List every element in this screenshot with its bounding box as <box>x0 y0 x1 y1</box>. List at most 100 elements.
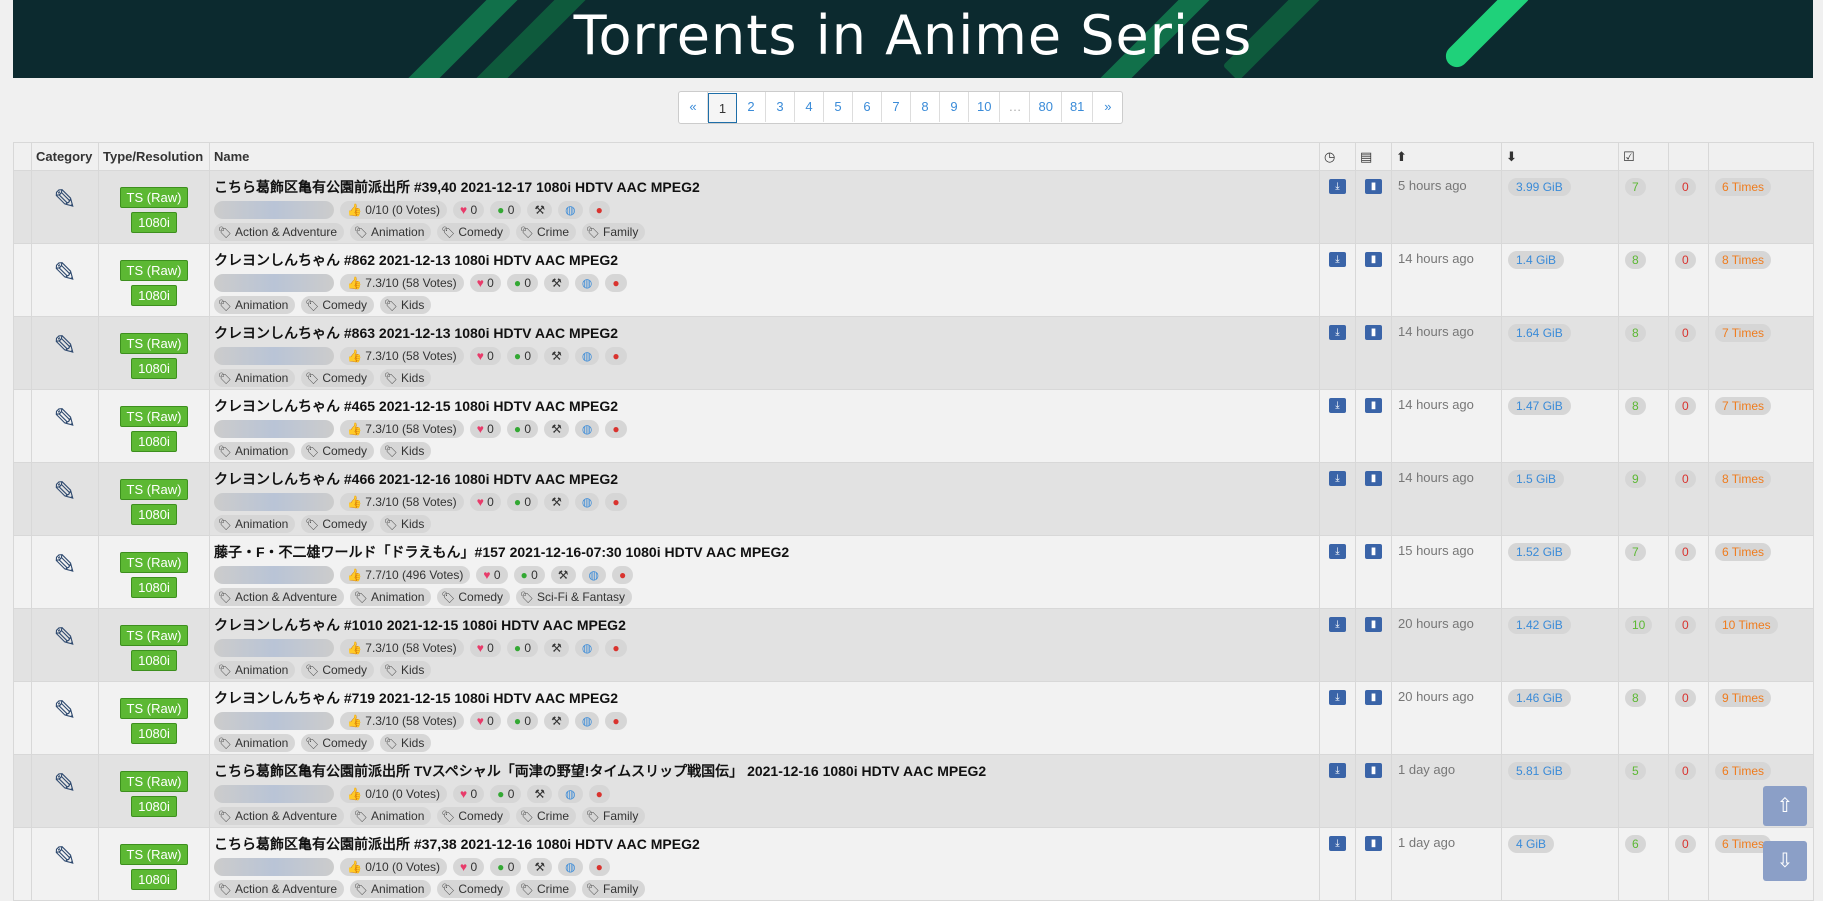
globe-icon[interactable]: ◍ <box>574 347 600 365</box>
page-link[interactable]: 1 <box>708 93 737 123</box>
seeders-badge[interactable]: 8 <box>1625 397 1646 415</box>
genre-tag[interactable]: 🏷 Family <box>582 807 646 825</box>
leechers-badge[interactable]: 0 <box>1675 543 1696 561</box>
pencil-icon[interactable]: ✎ <box>53 768 76 799</box>
uploader-badge[interactable]: . <box>214 201 334 219</box>
alert-icon[interactable]: ● <box>612 566 634 584</box>
leechers-badge[interactable]: 0 <box>1675 762 1696 780</box>
download-icon[interactable]: ⤓ <box>1329 617 1346 632</box>
globe-icon[interactable]: ◍ <box>558 785 583 803</box>
genre-tag[interactable]: 🏷 Animation <box>350 588 432 606</box>
seeders-badge[interactable]: 9 <box>1625 470 1646 488</box>
type-badge[interactable]: TS (Raw) <box>119 406 189 427</box>
page-link[interactable]: 3 <box>766 92 795 122</box>
alert-icon[interactable]: ● <box>605 493 627 511</box>
download-icon[interactable]: ⤓ <box>1329 763 1346 778</box>
completed-badge[interactable]: 6 Times <box>1715 178 1772 196</box>
torrent-title[interactable]: こちら葛飾区亀有公園前派出所 TVスペシャル「両津の野望!タイムスリップ戦国伝」… <box>214 761 1315 781</box>
genre-tag[interactable]: 🏷 Animation <box>214 734 296 752</box>
scroll-bottom-button[interactable]: ⇩ <box>1763 841 1807 881</box>
uploader-badge[interactable]: . <box>214 639 334 657</box>
tools-icon[interactable]: ⚒ <box>527 858 553 876</box>
completed-badge[interactable]: 10 Times <box>1715 616 1778 634</box>
genre-tag[interactable]: 🏷 Family <box>582 880 646 898</box>
bookmark-icon[interactable]: ▮ <box>1365 617 1382 632</box>
leechers-badge[interactable]: 0 <box>1675 835 1696 853</box>
genre-tag[interactable]: 🏷 Family <box>582 223 646 241</box>
page-link[interactable]: 5 <box>824 92 853 122</box>
page-next[interactable]: » <box>1093 92 1122 122</box>
uploader-badge[interactable]: . <box>214 493 334 511</box>
bookmark-icon[interactable]: ▮ <box>1365 252 1382 267</box>
resolution-badge[interactable]: 1080i <box>131 504 177 525</box>
pencil-icon[interactable]: ✎ <box>53 330 76 361</box>
genre-tag[interactable]: 🏷 Comedy <box>301 369 374 387</box>
alert-icon[interactable]: ● <box>605 420 627 438</box>
genre-tag[interactable]: 🏷 Sci-Fi & Fantasy <box>516 588 633 606</box>
col-name[interactable]: Name <box>209 142 1320 171</box>
pencil-icon[interactable]: ✎ <box>53 476 76 507</box>
genre-tag[interactable]: 🏷 Action & Adventure <box>214 880 345 898</box>
download-icon[interactable]: ⤓ <box>1329 471 1346 486</box>
tools-icon[interactable]: ⚒ <box>527 785 553 803</box>
tools-icon[interactable]: ⚒ <box>544 493 569 511</box>
genre-tag[interactable]: 🏷 Comedy <box>437 588 511 606</box>
type-badge[interactable]: TS (Raw) <box>119 625 189 646</box>
resolution-badge[interactable]: 1080i <box>131 796 177 817</box>
genre-tag[interactable]: 🏷 Comedy <box>437 807 511 825</box>
seeders-badge[interactable]: 10 <box>1625 616 1653 634</box>
genre-tag[interactable]: 🏷 Comedy <box>301 296 374 314</box>
bookmark-icon[interactable]: ▮ <box>1365 398 1382 413</box>
pencil-icon[interactable]: ✎ <box>53 841 76 872</box>
torrent-title[interactable]: クレヨンしんちゃん #863 2021-12-13 1080i HDTV AAC… <box>214 323 1315 343</box>
page-link[interactable]: 6 <box>853 92 882 122</box>
bookmark-icon[interactable]: ▮ <box>1365 179 1382 194</box>
alert-icon[interactable]: ● <box>605 274 627 292</box>
page-link[interactable]: 4 <box>795 92 824 122</box>
genre-tag[interactable]: 🏷 Crime <box>516 880 577 898</box>
globe-icon[interactable]: ◍ <box>574 712 600 730</box>
completed-badge[interactable]: 8 Times <box>1715 251 1772 269</box>
genre-tag[interactable]: 🏷 Animation <box>214 442 296 460</box>
download-icon[interactable]: ⤓ <box>1329 690 1346 705</box>
type-badge[interactable]: TS (Raw) <box>119 698 189 719</box>
genre-tag[interactable]: 🏷 Kids <box>380 296 432 314</box>
genre-tag[interactable]: 🏷 Kids <box>380 442 432 460</box>
globe-icon[interactable]: ◍ <box>574 420 600 438</box>
bookmark-icon[interactable]: ▮ <box>1365 836 1382 851</box>
alert-icon[interactable]: ● <box>605 347 627 365</box>
torrent-title[interactable]: クレヨンしんちゃん #466 2021-12-16 1080i HDTV AAC… <box>214 469 1315 489</box>
seeders-badge[interactable]: 5 <box>1625 762 1646 780</box>
type-badge[interactable]: TS (Raw) <box>119 552 189 573</box>
page-link[interactable]: 7 <box>882 92 911 122</box>
leechers-badge[interactable]: 0 <box>1675 251 1696 269</box>
globe-icon[interactable]: ◍ <box>581 566 607 584</box>
page-link[interactable]: 80 <box>1030 92 1062 122</box>
col-type[interactable]: Type/Resolution <box>98 142 210 171</box>
col-category[interactable]: Category <box>31 142 99 171</box>
type-badge[interactable]: TS (Raw) <box>119 260 189 281</box>
resolution-badge[interactable]: 1080i <box>131 285 177 306</box>
bookmark-icon[interactable]: ▮ <box>1365 325 1382 340</box>
genre-tag[interactable]: 🏷 Action & Adventure <box>214 223 345 241</box>
alert-icon[interactable]: ● <box>588 785 610 803</box>
completed-badge[interactable]: 8 Times <box>1715 470 1772 488</box>
uploader-badge[interactable]: . <box>214 785 334 803</box>
tools-icon[interactable]: ⚒ <box>550 566 576 584</box>
type-badge[interactable]: TS (Raw) <box>119 771 189 792</box>
genre-tag[interactable]: 🏷 Comedy <box>301 734 374 752</box>
genre-tag[interactable]: 🏷 Action & Adventure <box>214 588 345 606</box>
resolution-badge[interactable]: 1080i <box>131 431 177 452</box>
page-link[interactable]: 10 <box>969 92 1001 122</box>
alert-icon[interactable]: ● <box>605 712 627 730</box>
clock-icon[interactable]: ◷ <box>1319 142 1356 171</box>
genre-tag[interactable]: 🏷 Animation <box>214 661 296 679</box>
completed-badge[interactable]: 6 Times <box>1715 762 1772 780</box>
seeders-badge[interactable]: 8 <box>1625 324 1646 342</box>
genre-tag[interactable]: 🏷 Comedy <box>301 661 374 679</box>
completed-badge[interactable]: 6 Times <box>1715 543 1772 561</box>
genre-tag[interactable]: 🏷 Animation <box>350 807 432 825</box>
pencil-icon[interactable]: ✎ <box>53 403 76 434</box>
globe-icon[interactable]: ◍ <box>558 201 583 219</box>
uploader-badge[interactable]: . <box>214 274 334 292</box>
